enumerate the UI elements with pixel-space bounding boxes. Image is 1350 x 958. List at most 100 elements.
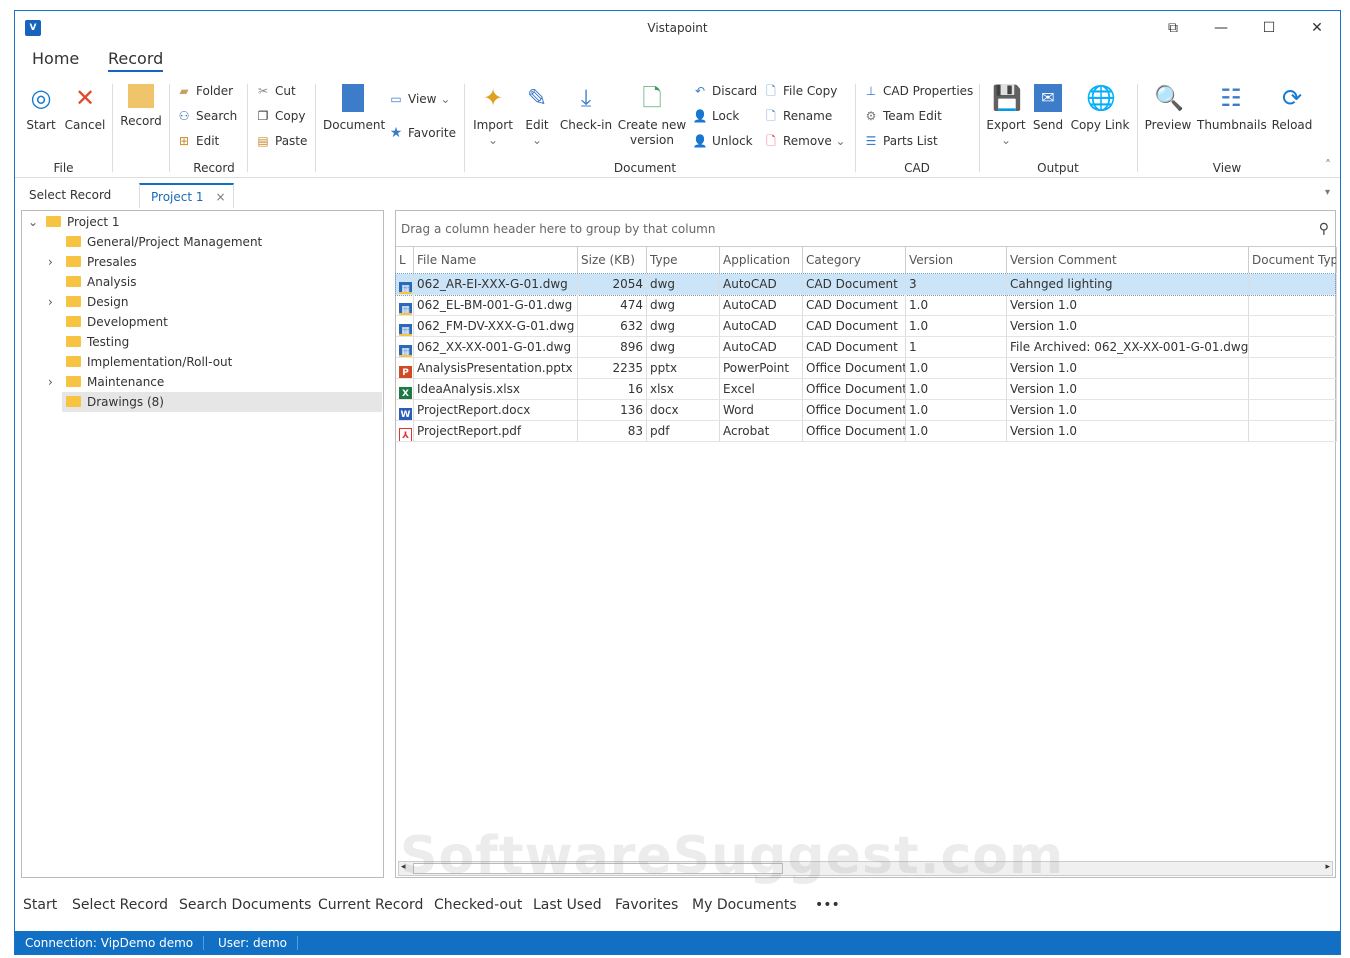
copy-button[interactable]: ❐ Copy <box>255 107 306 125</box>
tree-item[interactable]: General/Project Management <box>62 232 262 252</box>
table-row[interactable]: P AnalysisPresentation.pptx 2235 pptx PowerP… <box>396 358 1337 379</box>
copy-link-button[interactable]: 🌐 Copy Link <box>1070 84 1130 133</box>
favorite-button[interactable]: ★ Favorite <box>388 124 456 142</box>
cad-properties-button[interactable]: ⊥ CAD Properties <box>863 82 974 100</box>
column-header[interactable]: Version Comment <box>1007 247 1249 273</box>
label: Document <box>323 118 386 132</box>
divider <box>315 84 316 172</box>
column-header[interactable]: File Name <box>414 247 578 273</box>
nav-item[interactable]: Search Documents <box>179 897 311 913</box>
maximize-button[interactable]: ☐ <box>1246 11 1292 45</box>
edit-record-button[interactable]: ⊞ Edit <box>176 132 219 150</box>
restore-layout-button[interactable]: ⧉ <box>1150 11 1196 45</box>
tree-item[interactable]: Testing <box>62 332 129 352</box>
expander-icon[interactable]: ⌄ <box>28 212 38 232</box>
tab-home[interactable]: Home <box>32 49 79 70</box>
record-button[interactable]: Record <box>118 84 164 129</box>
folder-icon <box>66 336 81 347</box>
lock-button[interactable]: 👤 Lock <box>692 107 740 125</box>
tree-item[interactable]: Project 1 <box>24 212 120 232</box>
nav-item[interactable]: Current Record <box>318 897 423 913</box>
tree-item[interactable]: Development <box>62 312 168 332</box>
paste-button[interactable]: ▤ Paste <box>255 132 307 150</box>
parts-list-button[interactable]: ☰ Parts List <box>863 132 938 150</box>
label: Cut <box>275 84 296 98</box>
tree-item[interactable]: Maintenance <box>62 372 164 392</box>
table-row[interactable]: X IdeaAnalysis.xlsx 16 xlsx Excel Office Docu… <box>396 379 1337 400</box>
tab-list-dropdown-icon[interactable]: ▾ <box>1325 187 1330 198</box>
collapse-ribbon-icon[interactable]: ˄ <box>1325 156 1331 174</box>
tab-record[interactable]: Record <box>108 49 164 72</box>
unlock-button[interactable]: 👤 Unlock <box>692 132 753 150</box>
start-button[interactable]: ◎ Start <box>23 84 59 133</box>
discard-button[interactable]: ↶ Discard <box>692 82 757 100</box>
tab-project-1[interactable]: Project 1 × <box>139 183 234 208</box>
send-button[interactable]: ✉ Send <box>1030 84 1066 133</box>
search-icon[interactable]: ⚲ <box>1319 211 1329 247</box>
tree-item[interactable]: Design <box>62 292 128 312</box>
scroll-thumb[interactable] <box>413 863 783 874</box>
tab-select-record[interactable]: Select Record <box>29 183 111 208</box>
tree-label: Drawings (8) <box>87 395 164 409</box>
export-button[interactable]: 💾 Export ⌄ <box>985 84 1027 148</box>
tree-item[interactable]: Drawings (8) <box>62 392 382 412</box>
nav-item[interactable]: Last Used <box>533 897 602 913</box>
cut-button[interactable]: ✂ Cut <box>255 82 296 100</box>
tree-item[interactable]: Presales <box>62 252 137 272</box>
folder-button[interactable]: ▰ Folder <box>176 82 233 100</box>
nav-item[interactable]: Favorites <box>615 897 678 913</box>
close-button[interactable]: ✕ <box>1294 11 1340 45</box>
nav-item[interactable]: Start <box>23 897 57 913</box>
app-window: Vistapoint V ⧉ — ☐ ✕ Home Record ◎ Start … <box>14 10 1341 955</box>
column-header[interactable]: L <box>396 247 414 273</box>
expander-icon[interactable]: › <box>48 292 53 312</box>
file-copy-icon: 🗋 <box>766 84 776 98</box>
document-button[interactable]: Document <box>323 84 386 133</box>
label: File Copy <box>783 84 838 98</box>
horizontal-scrollbar[interactable]: ◂ ▸ <box>398 861 1333 876</box>
scroll-left-icon[interactable]: ◂ <box>401 862 406 872</box>
table-row[interactable]: ▦ 062_FM-DV-XXX-G-01.dwg 632 dwg AutoCAD CAD … <box>396 316 1337 337</box>
import-button[interactable]: ✦ Import ⌄ <box>471 84 515 148</box>
checkin-button[interactable]: ⤓ Check-in <box>559 84 613 133</box>
preview-button[interactable]: 🔍 Preview <box>1143 84 1193 133</box>
thumbnails-button[interactable]: ☷ Thumbnails <box>1197 84 1267 133</box>
cell-ver: 1.0 <box>906 358 1007 379</box>
reload-button[interactable]: ⟳ Reload <box>1269 84 1315 133</box>
view-dropdown[interactable]: ▭ View ⌄ <box>388 90 450 108</box>
column-header[interactable]: Size (KB) <box>578 247 647 273</box>
cancel-button[interactable]: ✕ Cancel <box>63 84 107 133</box>
binoculars-icon: ⚇ <box>178 109 190 123</box>
new-file-icon: 🗋 <box>642 84 662 112</box>
close-tab-icon[interactable]: × <box>216 190 226 204</box>
tree-item[interactable]: Implementation/Roll-out <box>62 352 232 372</box>
table-row[interactable]: ▦ 062_XX-XX-001-G-01.dwg 896 dwg AutoCAD CAD … <box>396 337 1337 358</box>
cell-app: Word <box>720 400 803 421</box>
expander-icon[interactable]: › <box>48 252 53 272</box>
nav-item[interactable]: ••• <box>815 897 840 913</box>
nav-item[interactable]: Select Record <box>72 897 168 913</box>
file-copy-button[interactable]: 🗋 File Copy <box>763 82 837 100</box>
expander-icon[interactable]: › <box>48 372 53 392</box>
nav-item[interactable]: My Documents <box>692 897 797 913</box>
table-row[interactable]: ⅄ ProjectReport.pdf 83 pdf Acrobat Office Doc… <box>396 421 1337 442</box>
remove-dropdown[interactable]: 🗋 Remove ⌄ <box>763 132 845 150</box>
table-row[interactable]: ▦ 062_AR-EI-XXX-G-01.dwg 2054 dwg AutoCAD CAD… <box>395 273 1337 296</box>
column-header[interactable]: Application <box>720 247 803 273</box>
edit-button[interactable]: ✎ Edit ⌄ <box>520 84 554 148</box>
tree-item[interactable]: Analysis <box>62 272 136 292</box>
minimize-button[interactable]: — <box>1198 11 1244 45</box>
rename-button[interactable]: 🗋 Rename <box>763 107 832 125</box>
column-header[interactable]: Category <box>803 247 906 273</box>
column-header[interactable]: Type <box>647 247 720 273</box>
search-button[interactable]: ⚇ Search <box>176 107 238 125</box>
nav-item[interactable]: Checked-out <box>434 897 522 913</box>
table-row[interactable]: W ProjectReport.docx 136 docx Word Office Doc… <box>396 400 1337 421</box>
scroll-right-icon[interactable]: ▸ <box>1325 862 1330 872</box>
create-new-version-button[interactable]: 🗋 Create new version <box>617 84 687 148</box>
column-header[interactable]: Version <box>906 247 1007 273</box>
label: Edit <box>196 134 220 148</box>
column-header[interactable]: Document Typ <box>1249 247 1337 273</box>
team-edit-button[interactable]: ⚙ Team Edit <box>863 107 942 125</box>
table-row[interactable]: ▦ 062_EL-BM-001-G-01.dwg 474 dwg AutoCAD CAD … <box>396 295 1337 316</box>
